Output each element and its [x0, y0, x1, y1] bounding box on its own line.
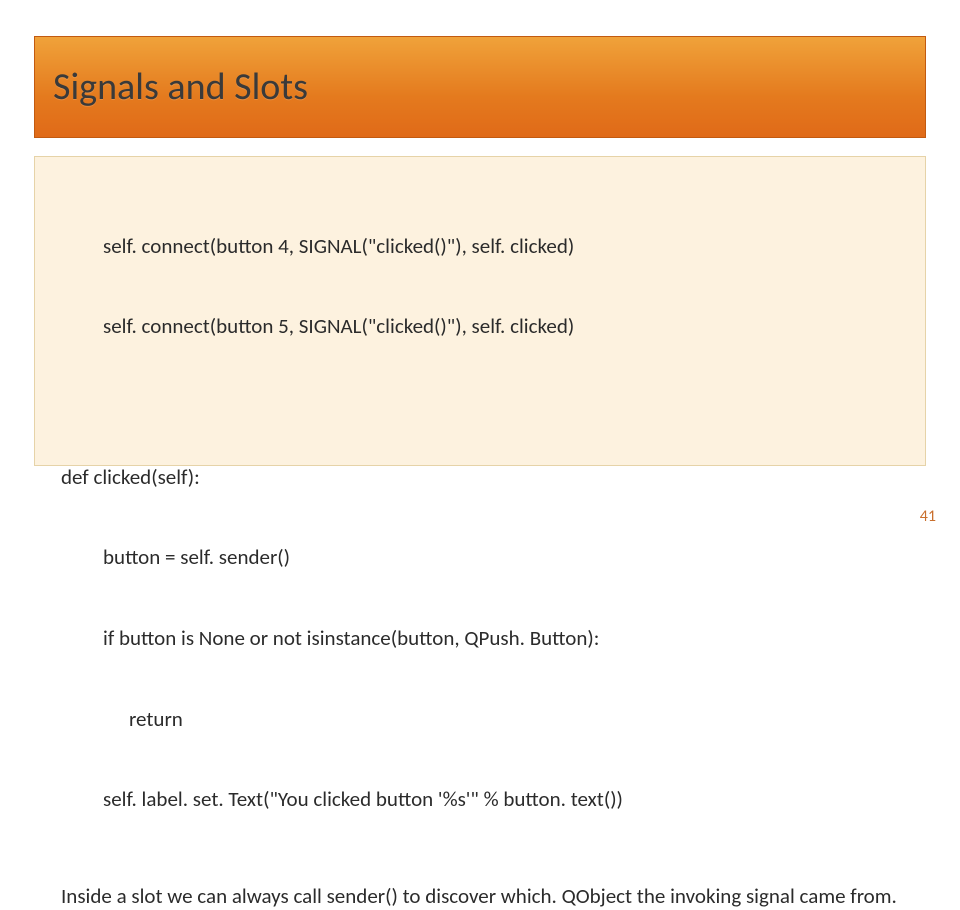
code-line: def clicked(self): — [61, 464, 899, 491]
code-line: self. connect(button 4, SIGNAL("clicked(… — [61, 233, 899, 260]
code-connect-block: self. connect(button 4, SIGNAL("clicked(… — [61, 179, 899, 394]
slide-body: self. connect(button 4, SIGNAL("clicked(… — [34, 156, 926, 466]
slide: Signals and Slots self. connect(button 4… — [0, 0, 960, 540]
code-line: self. label. set. Text("You clicked butt… — [61, 786, 899, 813]
title-bar: Signals and Slots — [34, 36, 926, 138]
code-line: self. connect(button 5, SIGNAL("clicked(… — [61, 313, 899, 340]
page-number: 41 — [920, 507, 936, 526]
code-line: return — [61, 706, 899, 733]
slide-title: Signals and Slots — [53, 64, 308, 110]
explanation-paragraph: Inside a slot we can always call sender(… — [61, 883, 899, 910]
code-line: button = self. sender() — [61, 544, 899, 571]
code-line: if button is None or not isinstance(butt… — [61, 625, 899, 652]
code-def-block: def clicked(self): button = self. sender… — [61, 410, 899, 867]
